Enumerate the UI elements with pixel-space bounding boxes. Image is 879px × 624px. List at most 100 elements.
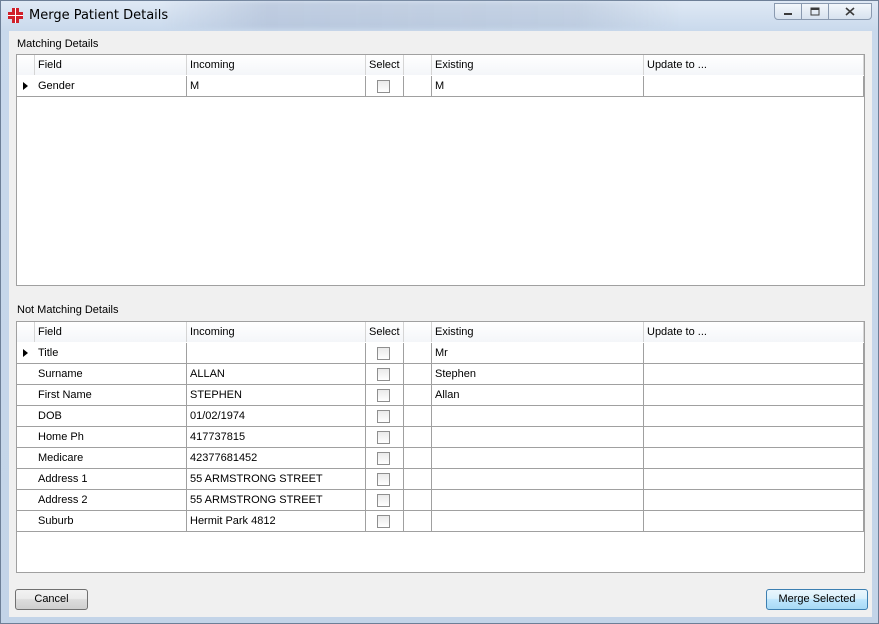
select-checkbox[interactable] [377, 473, 390, 486]
field-cell[interactable]: Surname [35, 364, 187, 385]
blank-cell[interactable] [404, 448, 432, 469]
select-checkbox[interactable] [377, 452, 390, 465]
existing-cell[interactable]: Stephen [432, 364, 644, 385]
blank-cell[interactable] [404, 364, 432, 385]
matching-details-grid[interactable]: Field Incoming Select Existing Update to… [16, 54, 865, 286]
select-cell[interactable] [366, 490, 404, 511]
column-header-incoming[interactable]: Incoming [187, 322, 366, 342]
field-cell[interactable]: Gender [35, 76, 187, 97]
select-checkbox[interactable] [377, 494, 390, 507]
update-to-cell[interactable] [644, 469, 864, 490]
maximize-button[interactable] [801, 3, 829, 20]
select-cell[interactable] [366, 406, 404, 427]
column-header-select[interactable]: Select [366, 322, 404, 342]
select-checkbox[interactable] [377, 347, 390, 360]
update-to-cell[interactable] [644, 427, 864, 448]
select-cell[interactable] [366, 469, 404, 490]
incoming-cell[interactable]: STEPHEN [187, 385, 366, 406]
select-cell[interactable] [366, 385, 404, 406]
field-cell[interactable]: Address 1 [35, 469, 187, 490]
select-cell[interactable] [366, 76, 404, 97]
select-checkbox[interactable] [377, 410, 390, 423]
minimize-button[interactable] [774, 3, 802, 20]
select-cell[interactable] [366, 511, 404, 532]
update-to-cell[interactable] [644, 385, 864, 406]
select-cell[interactable] [366, 364, 404, 385]
table-row[interactable]: Medicare 42377681452 [17, 448, 864, 469]
blank-cell[interactable] [404, 469, 432, 490]
title-bar[interactable]: Merge Patient Details [1, 1, 878, 31]
existing-cell[interactable] [432, 490, 644, 511]
close-button[interactable] [828, 3, 872, 20]
existing-cell[interactable] [432, 469, 644, 490]
column-header-update-to[interactable]: Update to ... [644, 55, 864, 75]
select-checkbox[interactable] [377, 368, 390, 381]
table-row[interactable]: First Name STEPHEN Allan [17, 385, 864, 406]
incoming-cell[interactable]: ALLAN [187, 364, 366, 385]
table-row[interactable]: Surname ALLAN Stephen [17, 364, 864, 385]
select-checkbox[interactable] [377, 80, 390, 93]
field-cell[interactable]: Home Ph [35, 427, 187, 448]
blank-cell[interactable] [404, 490, 432, 511]
column-header-existing[interactable]: Existing [432, 322, 644, 342]
blank-cell[interactable] [404, 406, 432, 427]
incoming-cell[interactable]: 417737815 [187, 427, 366, 448]
blank-cell[interactable] [404, 343, 432, 364]
existing-cell[interactable] [432, 427, 644, 448]
table-row[interactable]: Home Ph 417737815 [17, 427, 864, 448]
blank-cell[interactable] [404, 385, 432, 406]
field-cell[interactable]: First Name [35, 385, 187, 406]
existing-cell[interactable] [432, 511, 644, 532]
field-cell[interactable]: Title [35, 343, 187, 364]
incoming-cell[interactable] [187, 343, 366, 364]
blank-cell[interactable] [404, 76, 432, 97]
existing-cell[interactable]: Mr [432, 343, 644, 364]
column-header-incoming[interactable]: Incoming [187, 55, 366, 75]
table-row[interactable]: Gender M M [17, 76, 864, 97]
incoming-cell[interactable]: 55 ARMSTRONG STREET [187, 490, 366, 511]
select-cell[interactable] [366, 343, 404, 364]
update-to-cell[interactable] [644, 511, 864, 532]
column-header-select[interactable]: Select [366, 55, 404, 75]
select-checkbox[interactable] [377, 431, 390, 444]
table-row[interactable]: Suburb Hermit Park 4812 [17, 511, 864, 532]
existing-cell[interactable]: M [432, 76, 644, 97]
field-cell[interactable]: Address 2 [35, 490, 187, 511]
existing-cell[interactable] [432, 448, 644, 469]
update-to-cell[interactable] [644, 364, 864, 385]
select-checkbox[interactable] [377, 389, 390, 402]
update-to-cell[interactable] [644, 406, 864, 427]
blank-cell[interactable] [404, 427, 432, 448]
incoming-cell[interactable]: M [187, 76, 366, 97]
column-header-blank[interactable] [404, 55, 432, 75]
incoming-cell[interactable]: 55 ARMSTRONG STREET [187, 469, 366, 490]
cancel-button[interactable]: Cancel [15, 589, 88, 610]
existing-cell[interactable] [432, 406, 644, 427]
field-cell[interactable]: DOB [35, 406, 187, 427]
column-header-blank[interactable] [404, 322, 432, 342]
select-cell[interactable] [366, 427, 404, 448]
field-cell[interactable]: Medicare [35, 448, 187, 469]
not-matching-details-grid[interactable]: Field Incoming Select Existing Update to… [16, 321, 865, 573]
blank-cell[interactable] [404, 511, 432, 532]
column-header-field[interactable]: Field [35, 322, 187, 342]
table-row[interactable]: Address 1 55 ARMSTRONG STREET [17, 469, 864, 490]
update-to-cell[interactable] [644, 448, 864, 469]
field-cell[interactable]: Suburb [35, 511, 187, 532]
update-to-cell[interactable] [644, 76, 864, 97]
incoming-cell[interactable]: 42377681452 [187, 448, 366, 469]
table-row[interactable]: Title Mr [17, 343, 864, 364]
incoming-cell[interactable]: Hermit Park 4812 [187, 511, 366, 532]
merge-selected-button[interactable]: Merge Selected [766, 589, 868, 610]
table-row[interactable]: Address 2 55 ARMSTRONG STREET [17, 490, 864, 511]
select-cell[interactable] [366, 448, 404, 469]
update-to-cell[interactable] [644, 343, 864, 364]
incoming-cell[interactable]: 01/02/1974 [187, 406, 366, 427]
update-to-cell[interactable] [644, 490, 864, 511]
column-header-update-to[interactable]: Update to ... [644, 322, 864, 342]
table-row[interactable]: DOB 01/02/1974 [17, 406, 864, 427]
select-checkbox[interactable] [377, 515, 390, 528]
column-header-field[interactable]: Field [35, 55, 187, 75]
column-header-existing[interactable]: Existing [432, 55, 644, 75]
existing-cell[interactable]: Allan [432, 385, 644, 406]
